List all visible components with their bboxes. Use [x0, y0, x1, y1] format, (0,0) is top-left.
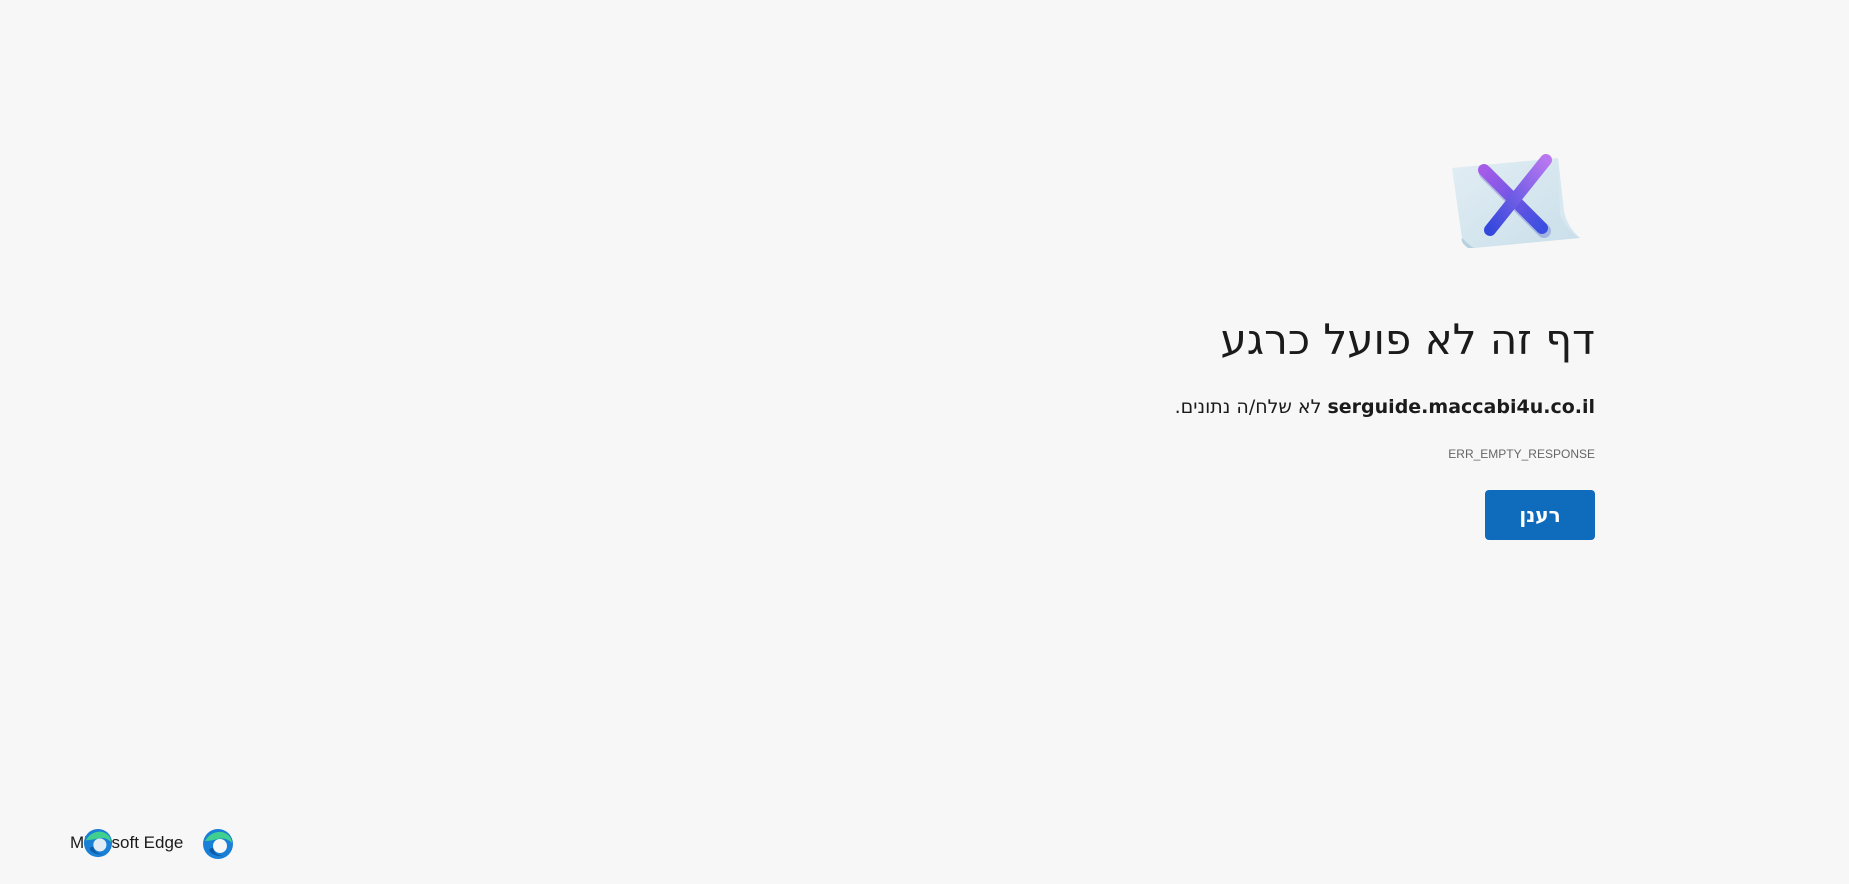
error-message-suffix: לא שלח/ה נתונים.	[1174, 396, 1328, 418]
error-message: serguide.maccabi4u.co.il לא שלח/ה נתונים…	[1175, 394, 1595, 420]
edge-logo-icon	[83, 828, 113, 858]
error-page: דף זה לא פועל כרגע serguide.maccabi4u.co…	[0, 0, 1849, 884]
error-host: serguide.maccabi4u.co.il	[1327, 396, 1595, 418]
refresh-button[interactable]: רענן	[1485, 490, 1595, 540]
error-x-paper-icon	[1452, 154, 1580, 248]
error-title: דף זה לא פועל כרגע	[1220, 315, 1595, 364]
error-code: ERR_EMPTY_RESPONSE	[1448, 447, 1595, 461]
edge-logo-icon	[203, 829, 233, 859]
footer-branding: Microsoft Edge	[70, 826, 240, 860]
